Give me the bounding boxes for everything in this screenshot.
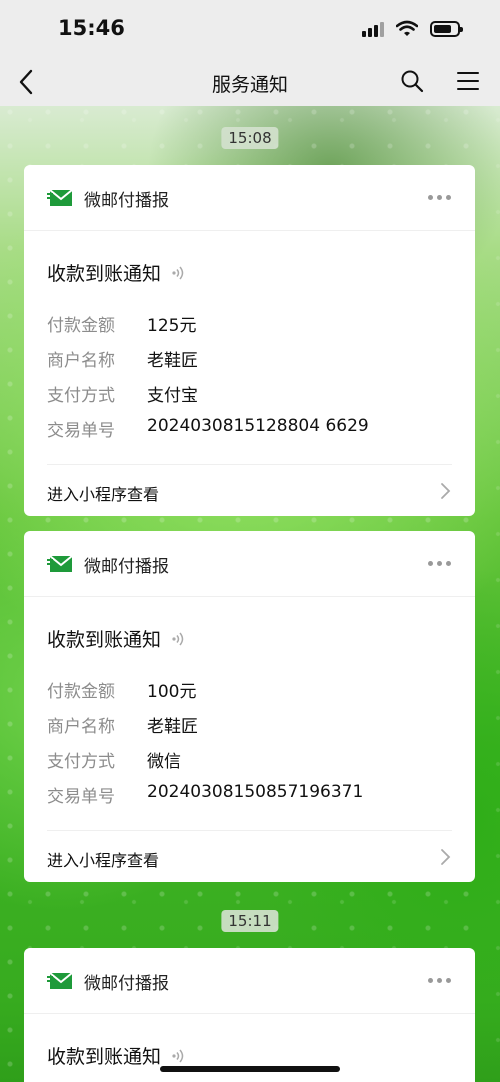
- footer-label: 进入小程序查看: [47, 485, 160, 504]
- app-name: 微邮付播报: [84, 974, 169, 994]
- field-value: 20240308150857196371: [147, 782, 364, 802]
- message-card[interactable]: 微邮付播报 收款到账通知 付款金额 125元 商户名称 老鞋匠 支付方式 支付宝…: [24, 165, 475, 516]
- more-icon[interactable]: [428, 195, 451, 200]
- card-header: 微邮付播报: [24, 165, 475, 231]
- sound-icon[interactable]: [171, 1048, 187, 1064]
- page-title: 服务通知: [211, 74, 288, 96]
- time-chip: 15:08: [221, 127, 279, 149]
- field-order-number: 交易单号 2024030815128804 6629: [47, 416, 369, 441]
- menu-icon[interactable]: [456, 69, 480, 93]
- app-name: 微邮付播报: [84, 191, 169, 211]
- field-order-number: 交易单号 20240308150857196371: [47, 782, 363, 807]
- field-value: 老鞋匠: [147, 717, 198, 737]
- field-key: 交易单号: [47, 787, 115, 807]
- chevron-right-icon: [441, 483, 451, 499]
- signal-icon: [362, 21, 384, 37]
- message-card[interactable]: 微邮付播报 收款到账通知 付款金额 100元 商户名称 老鞋匠 支付方式 微信 …: [24, 531, 475, 882]
- status-bar: 15:46: [0, 0, 500, 58]
- field-value: 100元: [147, 682, 197, 702]
- wifi-icon: [396, 20, 418, 36]
- open-miniprogram-link[interactable]: 进入小程序查看: [47, 830, 452, 882]
- field-value: 2024030815128804 6629: [147, 416, 369, 436]
- field-value: 支付宝: [147, 386, 198, 406]
- field-amount: 付款金额 100元: [47, 677, 196, 702]
- mail-logo-icon: [47, 555, 73, 572]
- field-payment-method: 支付方式 微信: [47, 747, 181, 772]
- notice-title: 收款到账通知: [47, 625, 187, 652]
- message-card[interactable]: 微邮付播报 收款到账通知: [24, 948, 475, 1082]
- field-key: 交易单号: [47, 421, 115, 441]
- field-key: 付款金额: [47, 316, 115, 336]
- footer-label: 进入小程序查看: [47, 851, 160, 870]
- notice-title: 收款到账通知: [47, 1042, 187, 1069]
- notice-title-text: 收款到账通知: [47, 1046, 162, 1068]
- nav-bar: 服务通知: [0, 58, 500, 106]
- sound-icon[interactable]: [171, 631, 187, 647]
- home-indicator[interactable]: [160, 1066, 340, 1072]
- notice-title-text: 收款到账通知: [47, 629, 162, 651]
- field-merchant: 商户名称 老鞋匠: [47, 346, 198, 371]
- field-key: 支付方式: [47, 386, 115, 406]
- card-header: 微邮付播报: [24, 948, 475, 1014]
- notice-title-text: 收款到账通知: [47, 263, 162, 285]
- mail-logo-icon: [47, 972, 73, 989]
- chevron-right-icon: [441, 849, 451, 865]
- field-value: 微信: [147, 752, 181, 772]
- field-key: 付款金额: [47, 682, 115, 702]
- battery-icon: [430, 20, 463, 37]
- app-name: 微邮付播报: [84, 557, 169, 577]
- status-icons: [362, 20, 463, 37]
- field-key: 支付方式: [47, 752, 115, 772]
- notice-title: 收款到账通知: [47, 259, 187, 286]
- search-icon[interactable]: [400, 69, 424, 93]
- time-chip: 15:11: [221, 910, 279, 932]
- field-key: 商户名称: [47, 351, 115, 371]
- field-merchant: 商户名称 老鞋匠: [47, 712, 198, 737]
- card-header: 微邮付播报: [24, 531, 475, 597]
- more-icon[interactable]: [428, 978, 451, 983]
- field-value: 老鞋匠: [147, 351, 198, 371]
- field-key: 商户名称: [47, 717, 115, 737]
- field-payment-method: 支付方式 支付宝: [47, 381, 198, 406]
- mail-logo-icon: [47, 189, 73, 206]
- field-amount: 付款金额 125元: [47, 311, 196, 336]
- field-value: 125元: [147, 316, 197, 336]
- sound-icon[interactable]: [171, 265, 187, 281]
- status-time: 15:46: [58, 16, 125, 40]
- more-icon[interactable]: [428, 561, 451, 566]
- open-miniprogram-link[interactable]: 进入小程序查看: [47, 464, 452, 516]
